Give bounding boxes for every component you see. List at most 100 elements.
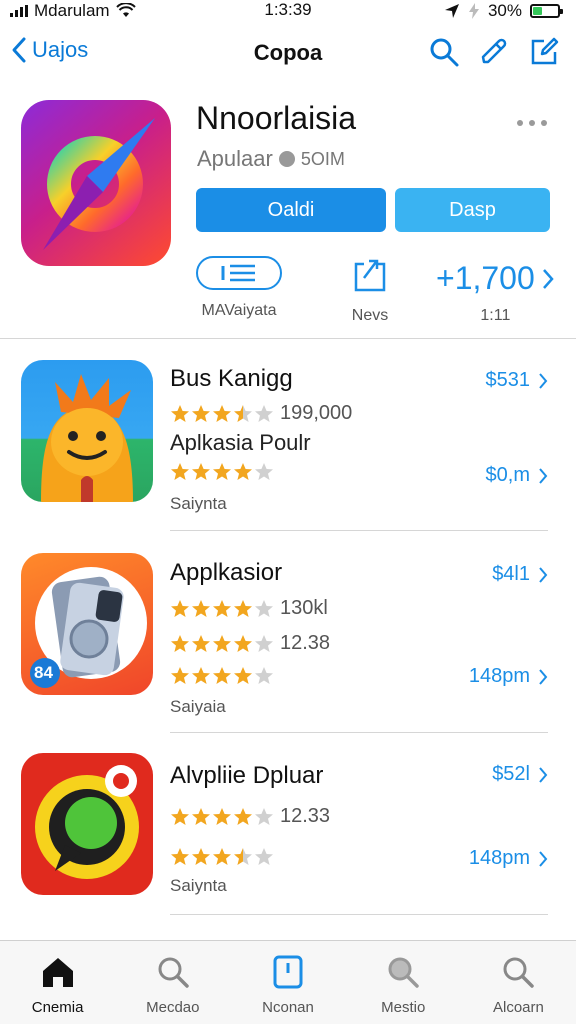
- star-icon: [171, 667, 189, 684]
- star-rating: [170, 404, 274, 424]
- star-rating: [170, 666, 274, 686]
- more-button[interactable]: [516, 108, 548, 134]
- tab-label: Cnemia: [31, 999, 84, 1016]
- app-rating-2b: 12.38: [170, 632, 330, 655]
- star-rating: [170, 634, 274, 654]
- secondary-action-button[interactable]: Dasp: [395, 188, 550, 232]
- app-price-3b[interactable]: 148pm: [469, 847, 548, 870]
- row-divider: [170, 914, 548, 915]
- tab-apps[interactable]: Nconan: [230, 941, 345, 1024]
- rating-count: 12.38: [280, 632, 331, 654]
- star-icon: [192, 848, 210, 865]
- navigation-bar: Uajos Copoa: [0, 28, 576, 78]
- star-icon: [192, 667, 210, 684]
- star-icon: [171, 848, 189, 865]
- stat-news: Nevs: [350, 256, 390, 325]
- star-rating: [170, 599, 274, 619]
- stat3-value: +1,700: [436, 260, 535, 296]
- star-icon: [171, 634, 189, 652]
- app-badge: 84: [34, 663, 53, 682]
- stat3-label: 1:11: [480, 307, 511, 324]
- search-button[interactable]: [428, 36, 460, 68]
- featured-app-subtitle: Apulaar 5OIM: [197, 146, 345, 172]
- price-text: $52l: [492, 763, 530, 785]
- star-icon: [171, 599, 189, 617]
- star-icon: [234, 463, 252, 480]
- app-rating-2c: [170, 666, 274, 686]
- featured-app-name: Nnoorlaisia: [196, 100, 357, 136]
- tab-label: Mecdao: [146, 999, 200, 1016]
- stat-count: +1,700 1:11: [436, 260, 555, 325]
- section-divider: [0, 338, 576, 339]
- list-icon: [221, 264, 255, 282]
- app-category-2: Saiyaia: [170, 697, 226, 716]
- row-divider: [170, 732, 548, 733]
- star-rating: [170, 807, 274, 827]
- app-title-2[interactable]: Applkasior: [170, 559, 282, 587]
- compass-logo-icon: [43, 118, 155, 250]
- app-price-1[interactable]: $531: [486, 369, 549, 392]
- chevron-right-icon: [539, 668, 548, 685]
- app-rating-3: 12.33: [170, 805, 330, 828]
- price-text: 148pm: [468, 665, 530, 687]
- price-text: $531: [485, 369, 531, 391]
- stat-list: MAVaiyata: [196, 256, 282, 320]
- subtitle-text: Apulaar: [197, 146, 273, 171]
- app-price-2[interactable]: $4l1: [492, 563, 548, 586]
- edit-button[interactable]: [478, 36, 510, 68]
- star-icon: [255, 667, 273, 684]
- chevron-right-icon: [542, 268, 554, 289]
- app-category-1: Saiynta: [170, 494, 227, 513]
- star-icon: [234, 807, 252, 825]
- search-icon: [503, 957, 535, 988]
- star-icon: [234, 667, 252, 684]
- app-icon-1[interactable]: [21, 360, 153, 502]
- rating-count: 12.33: [280, 805, 331, 827]
- app-rating-1b: [170, 462, 274, 482]
- tab-account[interactable]: Alcoarn: [461, 941, 576, 1024]
- star-icon: [255, 463, 273, 480]
- star-icon: [213, 807, 231, 825]
- app-rating-1: 199,000: [170, 402, 352, 425]
- star-icon: [234, 634, 252, 652]
- star-icon: [192, 404, 210, 422]
- star-icon: [213, 463, 231, 480]
- star-icon: [234, 599, 252, 617]
- tab-explore[interactable]: Mestio: [346, 941, 461, 1024]
- compose-button[interactable]: [528, 36, 560, 68]
- app-price-2b[interactable]: 148pm: [469, 665, 548, 688]
- app-icon-2[interactable]: 84: [21, 553, 153, 695]
- app-title-1[interactable]: Bus Kanigg: [170, 365, 293, 393]
- tab-bar: Cnemia Mecdao Nconan Mestio Alcoarn: [0, 940, 576, 1024]
- featured-app-icon[interactable]: [21, 100, 171, 266]
- tab-home[interactable]: Cnemia: [0, 941, 115, 1024]
- star-icon: [192, 807, 210, 825]
- location-pin-icon: [278, 151, 295, 167]
- tab-search[interactable]: Mecdao: [115, 941, 230, 1024]
- tab-label: Alcoarn: [492, 999, 544, 1016]
- app-price-3[interactable]: $52l: [492, 763, 548, 786]
- share-icon[interactable]: [350, 256, 390, 294]
- star-icon: [213, 634, 231, 652]
- star-icon: [234, 848, 252, 865]
- status-bar: Mdarulam 1:3:39 30%: [0, 0, 576, 22]
- star-icon: [255, 404, 273, 422]
- list-button[interactable]: [196, 256, 282, 290]
- tab-label: Nconan: [262, 999, 314, 1016]
- stat3-value-link[interactable]: +1,700: [436, 260, 555, 297]
- star-icon: [192, 599, 210, 617]
- search-icon: [430, 38, 459, 67]
- star-icon: [255, 848, 273, 865]
- app-icon-3[interactable]: [21, 753, 153, 895]
- tablet-icon: [273, 955, 303, 989]
- rating-count: 199,000: [280, 402, 353, 424]
- app-title-3[interactable]: Alvpliie Dpluar: [170, 762, 323, 790]
- chevron-right-icon: [539, 766, 548, 783]
- star-icon: [213, 848, 231, 865]
- stat1-label: MAVaiyata: [201, 302, 277, 319]
- primary-action-button[interactable]: Oaldi: [196, 188, 386, 232]
- star-icon: [213, 404, 231, 422]
- monster-mascot-icon: [41, 374, 133, 502]
- app-price-1b[interactable]: $0,m: [486, 464, 548, 487]
- star-icon: [255, 807, 273, 825]
